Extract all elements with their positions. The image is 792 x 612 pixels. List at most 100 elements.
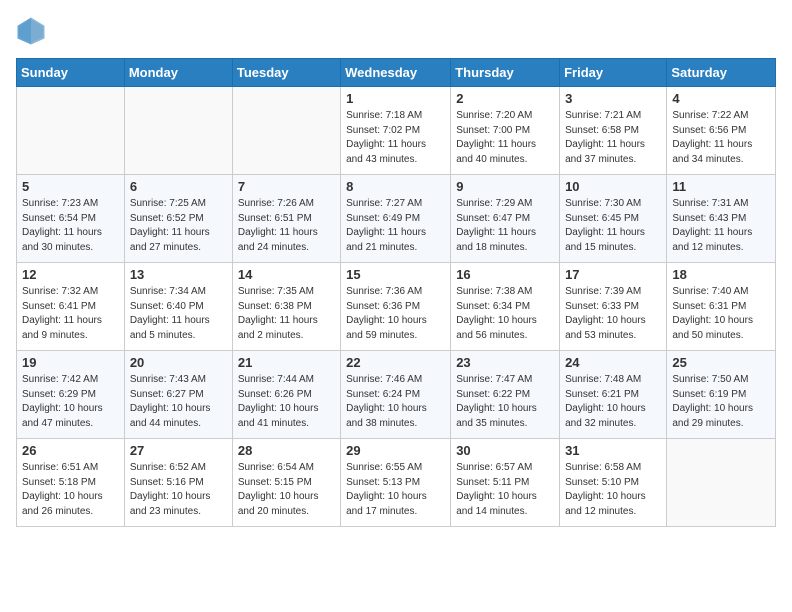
- day-number: 21: [238, 355, 335, 370]
- calendar-cell: 5Sunrise: 7:23 AMSunset: 6:54 PMDaylight…: [17, 175, 125, 263]
- day-header-wednesday: Wednesday: [341, 59, 451, 87]
- calendar-cell: [232, 87, 340, 175]
- day-number: 3: [565, 91, 661, 106]
- day-info: Sunrise: 6:58 AMSunset: 5:10 PMDaylight:…: [565, 461, 661, 519]
- day-number: 18: [672, 267, 770, 282]
- day-header-thursday: Thursday: [451, 59, 560, 87]
- calendar-week-row: 5Sunrise: 7:23 AMSunset: 6:54 PMDaylight…: [17, 175, 776, 263]
- day-info: Sunrise: 7:27 AMSunset: 6:49 PMDaylight:…: [346, 197, 445, 255]
- calendar-cell: 26 Sunrise: 6:51 AMSunset: 5:18 PMDayligh…: [17, 439, 125, 527]
- calendar-week-row: 19 Sunrise: 7:42 AMSunset: 6:29 PMDayligh…: [17, 351, 776, 439]
- day-info: Sunrise: 7:46 AMSunset: 6:24 PMDaylight:…: [346, 373, 445, 431]
- day-number: 2: [456, 91, 554, 106]
- day-number: 25: [672, 355, 770, 370]
- day-info: Sunrise: 7:44 AMSunset: 6:26 PMDaylight:…: [238, 373, 335, 431]
- day-info: Sunrise: 7:25 AMSunset: 6:52 PMDaylight:…: [130, 197, 227, 255]
- calendar-cell: 12Sunrise: 7:32 AMSunset: 6:41 PMDayligh…: [17, 263, 125, 351]
- logo: [16, 16, 50, 46]
- calendar-cell: 18 Sunrise: 7:40 AMSunset: 6:31 PMDayligh…: [667, 263, 776, 351]
- day-info: Sunrise: 7:26 AMSunset: 6:51 PMDaylight:…: [238, 197, 335, 255]
- day-info: Sunrise: 6:55 AMSunset: 5:13 PMDaylight:…: [346, 461, 445, 519]
- day-info: Sunrise: 6:57 AMSunset: 5:11 PMDaylight:…: [456, 461, 554, 519]
- day-number: 4: [672, 91, 770, 106]
- day-number: 14: [238, 267, 335, 282]
- day-info: Sunrise: 7:47 AMSunset: 6:22 PMDaylight:…: [456, 373, 554, 431]
- day-number: 30: [456, 443, 554, 458]
- day-number: 19: [22, 355, 119, 370]
- day-info: Sunrise: 7:43 AMSunset: 6:27 PMDaylight:…: [130, 373, 227, 431]
- day-number: 29: [346, 443, 445, 458]
- day-info: Sunrise: 7:35 AMSunset: 6:38 PMDaylight:…: [238, 285, 335, 343]
- day-number: 17: [565, 267, 661, 282]
- day-info: Sunrise: 7:39 AMSunset: 6:33 PMDaylight:…: [565, 285, 661, 343]
- day-info: Sunrise: 7:50 AMSunset: 6:19 PMDaylight:…: [672, 373, 770, 431]
- day-info: Sunrise: 7:42 AMSunset: 6:29 PMDaylight:…: [22, 373, 119, 431]
- day-number: 26: [22, 443, 119, 458]
- calendar-cell: [667, 439, 776, 527]
- day-number: 11: [672, 179, 770, 194]
- calendar-cell: 14 Sunrise: 7:35 AMSunset: 6:38 PMDayligh…: [232, 263, 340, 351]
- day-number: 7: [238, 179, 335, 194]
- calendar-week-row: 26 Sunrise: 6:51 AMSunset: 5:18 PMDayligh…: [17, 439, 776, 527]
- day-info: Sunrise: 7:23 AMSunset: 6:54 PMDaylight:…: [22, 197, 119, 255]
- day-info: Sunrise: 7:31 AMSunset: 6:43 PMDaylight:…: [672, 197, 770, 255]
- calendar-cell: 24 Sunrise: 7:48 AMSunset: 6:21 PMDayligh…: [560, 351, 667, 439]
- calendar-cell: 31 Sunrise: 6:58 AMSunset: 5:10 PMDayligh…: [560, 439, 667, 527]
- calendar-week-row: 1 Sunrise: 7:18 AMSunset: 7:02 PMDaylight…: [17, 87, 776, 175]
- logo-icon: [16, 16, 46, 46]
- day-number: 20: [130, 355, 227, 370]
- calendar-cell: 8Sunrise: 7:27 AMSunset: 6:49 PMDaylight…: [341, 175, 451, 263]
- calendar-cell: 11 Sunrise: 7:31 AMSunset: 6:43 PMDayligh…: [667, 175, 776, 263]
- calendar-cell: 30 Sunrise: 6:57 AMSunset: 5:11 PMDayligh…: [451, 439, 560, 527]
- calendar-table: SundayMondayTuesdayWednesdayThursdayFrid…: [16, 58, 776, 527]
- calendar-cell: 10Sunrise: 7:30 AMSunset: 6:45 PMDayligh…: [560, 175, 667, 263]
- day-info: Sunrise: 7:22 AMSunset: 6:56 PMDaylight:…: [672, 109, 770, 167]
- calendar-cell: 3 Sunrise: 7:21 AMSunset: 6:58 PMDaylight…: [560, 87, 667, 175]
- day-info: Sunrise: 7:36 AMSunset: 6:36 PMDaylight:…: [346, 285, 445, 343]
- calendar-cell: 21 Sunrise: 7:44 AMSunset: 6:26 PMDayligh…: [232, 351, 340, 439]
- day-info: Sunrise: 7:20 AMSunset: 7:00 PMDaylight:…: [456, 109, 554, 167]
- calendar-cell: 19 Sunrise: 7:42 AMSunset: 6:29 PMDayligh…: [17, 351, 125, 439]
- day-info: Sunrise: 7:48 AMSunset: 6:21 PMDaylight:…: [565, 373, 661, 431]
- calendar-cell: 13Sunrise: 7:34 AMSunset: 6:40 PMDayligh…: [124, 263, 232, 351]
- day-number: 31: [565, 443, 661, 458]
- day-info: Sunrise: 7:30 AMSunset: 6:45 PMDaylight:…: [565, 197, 661, 255]
- calendar-cell: 25 Sunrise: 7:50 AMSunset: 6:19 PMDayligh…: [667, 351, 776, 439]
- day-number: 27: [130, 443, 227, 458]
- day-info: Sunrise: 7:29 AMSunset: 6:47 PMDaylight:…: [456, 197, 554, 255]
- day-info: Sunrise: 7:21 AMSunset: 6:58 PMDaylight:…: [565, 109, 661, 167]
- calendar-cell: 23 Sunrise: 7:47 AMSunset: 6:22 PMDayligh…: [451, 351, 560, 439]
- calendar-cell: 15 Sunrise: 7:36 AMSunset: 6:36 PMDayligh…: [341, 263, 451, 351]
- day-number: 22: [346, 355, 445, 370]
- day-number: 9: [456, 179, 554, 194]
- day-number: 16: [456, 267, 554, 282]
- calendar-header-row: SundayMondayTuesdayWednesdayThursdayFrid…: [17, 59, 776, 87]
- day-number: 24: [565, 355, 661, 370]
- day-number: 1: [346, 91, 445, 106]
- day-number: 23: [456, 355, 554, 370]
- calendar-week-row: 12Sunrise: 7:32 AMSunset: 6:41 PMDayligh…: [17, 263, 776, 351]
- day-info: Sunrise: 7:40 AMSunset: 6:31 PMDaylight:…: [672, 285, 770, 343]
- day-info: Sunrise: 7:18 AMSunset: 7:02 PMDaylight:…: [346, 109, 445, 167]
- calendar-cell: 2 Sunrise: 7:20 AMSunset: 7:00 PMDaylight…: [451, 87, 560, 175]
- calendar-cell: 4 Sunrise: 7:22 AMSunset: 6:56 PMDaylight…: [667, 87, 776, 175]
- calendar-cell: 29 Sunrise: 6:55 AMSunset: 5:13 PMDayligh…: [341, 439, 451, 527]
- day-number: 28: [238, 443, 335, 458]
- day-header-friday: Friday: [560, 59, 667, 87]
- calendar-cell: 17 Sunrise: 7:39 AMSunset: 6:33 PMDayligh…: [560, 263, 667, 351]
- calendar-cell: 16Sunrise: 7:38 AMSunset: 6:34 PMDayligh…: [451, 263, 560, 351]
- calendar-cell: 9 Sunrise: 7:29 AMSunset: 6:47 PMDaylight…: [451, 175, 560, 263]
- day-info: Sunrise: 6:54 AMSunset: 5:15 PMDaylight:…: [238, 461, 335, 519]
- calendar-cell: 20 Sunrise: 7:43 AMSunset: 6:27 PMDayligh…: [124, 351, 232, 439]
- day-info: Sunrise: 6:51 AMSunset: 5:18 PMDaylight:…: [22, 461, 119, 519]
- day-number: 15: [346, 267, 445, 282]
- calendar-cell: 6 Sunrise: 7:25 AMSunset: 6:52 PMDaylight…: [124, 175, 232, 263]
- calendar-cell: 7 Sunrise: 7:26 AMSunset: 6:51 PMDaylight…: [232, 175, 340, 263]
- day-info: Sunrise: 7:34 AMSunset: 6:40 PMDaylight:…: [130, 285, 227, 343]
- day-header-tuesday: Tuesday: [232, 59, 340, 87]
- page-header: [16, 16, 776, 46]
- calendar-cell: [124, 87, 232, 175]
- day-number: 12: [22, 267, 119, 282]
- day-number: 6: [130, 179, 227, 194]
- calendar-cell: 1 Sunrise: 7:18 AMSunset: 7:02 PMDaylight…: [341, 87, 451, 175]
